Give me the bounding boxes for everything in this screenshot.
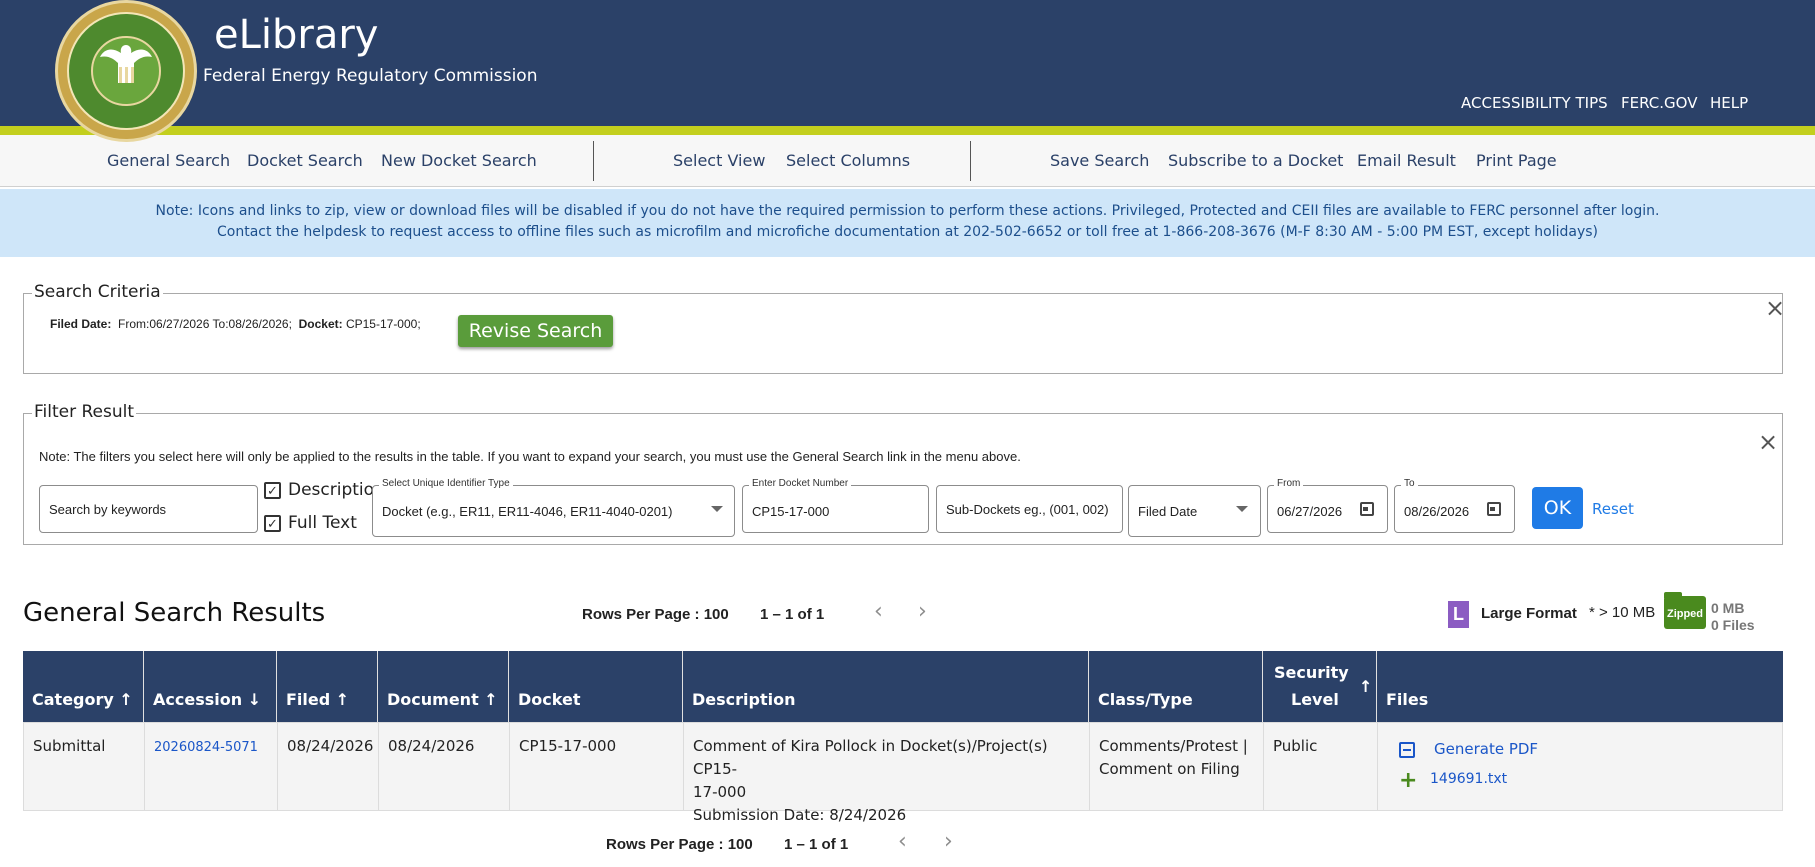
cell-security: Public xyxy=(1264,723,1378,811)
ok-button[interactable]: OK xyxy=(1532,487,1583,529)
keyword-search-input[interactable]: Search by keywords xyxy=(39,485,258,533)
cell-class-type: Comments/Protest | Comment on Filing xyxy=(1090,723,1264,811)
chevron-left-icon[interactable]: ‹ xyxy=(898,829,907,854)
results-table-header: Category ↑ Accession ↓ Filed ↑ Document … xyxy=(23,651,1783,722)
cell-document: 08/24/2026 xyxy=(379,723,510,811)
filter-note: Note: The filters you select here will o… xyxy=(39,449,1021,464)
docket-value: CP15-17-000; xyxy=(345,317,421,331)
menu-divider xyxy=(970,141,971,181)
filed-date-label: Filed Date: xyxy=(50,317,112,331)
pdf-icon[interactable] xyxy=(1399,742,1415,758)
date-type-select[interactable]: Filed Date xyxy=(1128,485,1261,537)
subdocket-input[interactable]: Sub-Dockets eg., (001, 002) xyxy=(936,485,1123,533)
size-threshold-label: * > 10 MB xyxy=(1589,604,1656,621)
col-description[interactable]: Description xyxy=(683,651,1089,722)
chevron-right-icon[interactable]: › xyxy=(944,829,953,854)
filter-result-panel: Filter Result Note: The filters you sele… xyxy=(23,402,1783,545)
zipped-folder-icon[interactable]: Zipped xyxy=(1664,592,1706,629)
menu-general-search[interactable]: General Search xyxy=(107,151,230,170)
permissions-notice: Note: Icons and links to zip, view or do… xyxy=(0,189,1815,257)
search-criteria-panel: Search Criteria Filed Date: From:06/27/2… xyxy=(23,282,1785,374)
col-docket[interactable]: Docket xyxy=(509,651,683,722)
menu-save-search[interactable]: Save Search xyxy=(1050,151,1149,170)
cell-category: Submittal xyxy=(24,723,145,811)
description-checkbox-label: Description xyxy=(288,480,385,500)
from-date-input[interactable]: From 06/27/2026 xyxy=(1267,478,1388,533)
header-stripe xyxy=(0,126,1815,135)
accessibility-tips-link[interactable]: ACCESSIBILITY TIPS xyxy=(1461,94,1608,112)
cell-filed: 08/24/2026 xyxy=(278,723,379,811)
cell-accession: 20260824-5071 xyxy=(145,723,278,811)
menu-docket-search[interactable]: Docket Search xyxy=(247,151,363,170)
menu-divider xyxy=(593,141,594,181)
chevron-down-icon xyxy=(1236,506,1248,512)
docket-label: Docket: xyxy=(298,317,343,331)
table-row: Submittal 20260824-5071 08/24/2026 08/24… xyxy=(23,722,1783,824)
col-document[interactable]: Document ↑ xyxy=(378,651,509,722)
help-link[interactable]: HELP xyxy=(1710,94,1748,112)
chevron-down-icon xyxy=(711,506,723,512)
cell-description: Comment of Kira Pollock in Docket(s)/Pro… xyxy=(684,723,1090,824)
menu-subscribe-docket[interactable]: Subscribe to a Docket xyxy=(1168,151,1343,170)
filed-date-value: From:06/27/2026 To:08/26/2026; xyxy=(118,317,292,331)
col-security-level[interactable]: Security Level ↑ xyxy=(1263,651,1377,722)
menu-bar: General Search Docket Search New Docket … xyxy=(0,135,1815,187)
app-title: eLibrary xyxy=(214,12,379,58)
menu-select-view[interactable]: Select View xyxy=(673,151,765,170)
col-files: Files xyxy=(1386,690,1429,709)
close-filter-icon[interactable]: × xyxy=(1758,428,1778,456)
large-format-label: Large Format xyxy=(1481,605,1577,622)
results-title: General Search Results xyxy=(23,598,326,628)
menu-new-docket-search[interactable]: New Docket Search xyxy=(381,151,537,170)
plus-icon[interactable]: + xyxy=(1399,770,1417,792)
ferc-gov-link[interactable]: FERC.GOV xyxy=(1621,94,1697,112)
col-class-type[interactable]: Class/Type xyxy=(1089,651,1263,722)
menu-email-result[interactable]: Email Result xyxy=(1357,151,1456,170)
zip-size: 0 MB xyxy=(1711,600,1745,616)
calendar-icon[interactable] xyxy=(1360,502,1374,516)
reset-link[interactable]: Reset xyxy=(1592,500,1634,518)
menu-select-columns[interactable]: Select Columns xyxy=(786,151,910,170)
cell-files: Generate PDF + 149691.txt xyxy=(1378,723,1782,811)
zip-file-count: 0 Files xyxy=(1711,617,1755,633)
search-criteria-legend: Search Criteria xyxy=(32,282,163,302)
footer-page-range: 1 – 1 of 1 xyxy=(784,836,849,853)
accession-link[interactable]: 20260824-5071 xyxy=(154,736,258,759)
notice-line-2: Contact the helpdesk to request access t… xyxy=(216,224,1599,240)
filter-result-legend: Filter Result xyxy=(32,402,137,422)
criteria-summary: Filed Date: From:06/27/2026 To:08/26/202… xyxy=(50,317,421,331)
identifier-type-select[interactable]: Select Unique Identifier Type Docket (e.… xyxy=(372,478,735,537)
docket-number-input[interactable]: Enter Docket Number CP15-17-000 xyxy=(742,478,929,533)
chevron-right-icon[interactable]: › xyxy=(918,599,927,624)
col-category[interactable]: Category ↑ xyxy=(23,651,144,722)
to-date-input[interactable]: To 08/26/2026 xyxy=(1394,478,1515,533)
notice-line-1: Note: Icons and links to zip, view or do… xyxy=(155,203,1660,219)
ferc-seal-logo xyxy=(55,0,197,142)
eagle-icon xyxy=(100,45,152,83)
revise-search-button[interactable]: Revise Search xyxy=(458,315,613,347)
fulltext-checkbox[interactable]: ✓ xyxy=(264,515,281,532)
page-range: 1 – 1 of 1 xyxy=(760,606,825,623)
close-criteria-icon[interactable]: × xyxy=(1765,294,1785,322)
fulltext-checkbox-label: Full Text xyxy=(288,513,357,533)
cell-docket: CP15-17-000 xyxy=(510,723,684,811)
menu-print-page[interactable]: Print Page xyxy=(1476,151,1557,170)
app-subtitle: Federal Energy Regulatory Commission xyxy=(203,66,538,86)
col-filed[interactable]: Filed ↑ xyxy=(277,651,378,722)
sort-up-icon: ↑ xyxy=(1359,677,1373,696)
col-accession[interactable]: Accession ↓ xyxy=(144,651,277,722)
large-format-icon: L xyxy=(1448,601,1469,628)
footer-rows-per-page[interactable]: Rows Per Page : 100 xyxy=(606,836,753,853)
file-link[interactable]: 149691.txt xyxy=(1430,771,1507,787)
chevron-left-icon[interactable]: ‹ xyxy=(874,599,883,624)
description-checkbox[interactable]: ✓ xyxy=(264,482,281,499)
calendar-icon[interactable] xyxy=(1487,502,1501,516)
generate-pdf-link[interactable]: Generate PDF xyxy=(1434,740,1538,758)
rows-per-page-select[interactable]: Rows Per Page : 100 xyxy=(582,606,729,623)
